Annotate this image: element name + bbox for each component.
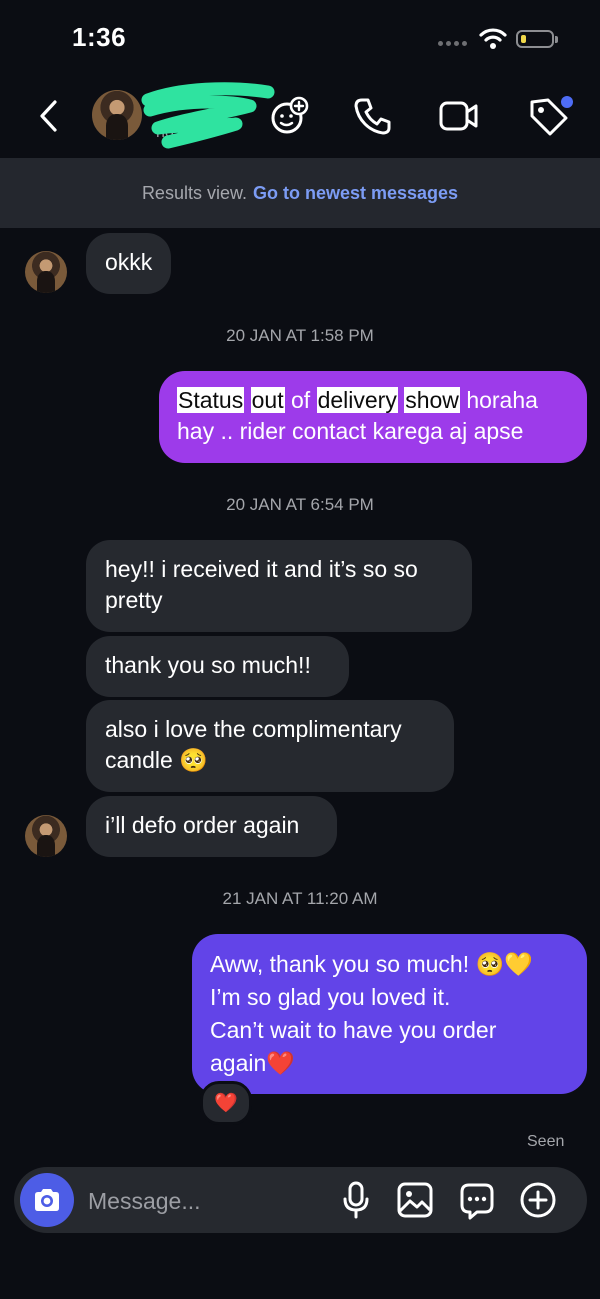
message-word: horaha (466, 387, 538, 413)
message-line: candle 🥺 (105, 747, 208, 773)
status-time: 1:36 (72, 22, 127, 52)
heart-icon: ❤️ (214, 1093, 238, 1114)
received-message[interactable]: also i love the complimentary candle 🥺 (86, 700, 454, 792)
timestamp: 21 JAN AT 11:20 AM (222, 889, 378, 908)
message-line: I’m so glad you loved it. (210, 984, 451, 1010)
message-line: also i love the complimentary (105, 716, 402, 742)
phone-icon[interactable] (352, 96, 392, 136)
video-call-icon[interactable] (438, 99, 480, 133)
back-icon[interactable] (34, 98, 64, 134)
message-word: of (290, 387, 311, 413)
timestamp: 20 JAN AT 1:58 PM (226, 326, 374, 345)
received-message[interactable]: thank you so much!! (86, 636, 349, 697)
go-to-newest-link[interactable]: Go to newest messages (253, 183, 458, 204)
message-line: Can’t wait to have you order (210, 1017, 497, 1043)
timestamp: 20 JAN AT 6:54 PM (226, 495, 374, 514)
plus-icon[interactable] (519, 1181, 557, 1219)
results-view-banner: Results view. Go to newest messages (0, 158, 600, 228)
message-line: hey!! i received it and it’s so so (105, 556, 418, 582)
sticker-icon[interactable] (458, 1182, 496, 1220)
message-line: hay .. rider contact karega aj apse (177, 418, 524, 444)
sender-avatar[interactable] (25, 815, 67, 857)
gallery-icon[interactable] (397, 1182, 433, 1218)
received-message[interactable]: okkk (86, 233, 172, 294)
message-line: again❤️ (210, 1050, 295, 1076)
microphone-icon[interactable] (340, 1181, 372, 1219)
tag-icon[interactable] (526, 94, 574, 138)
sender-avatar[interactable] (25, 251, 67, 293)
search-highlight: out (250, 387, 285, 413)
sent-message[interactable]: Aww, thank you so much! 🥺💛 I’m so glad y… (192, 934, 587, 1094)
heart-reaction[interactable]: ❤️ (200, 1081, 252, 1125)
received-message[interactable]: i’ll defo order again (86, 796, 337, 857)
effects-icon[interactable] (268, 95, 310, 137)
message-text: thank you so much!! (105, 652, 311, 678)
search-highlight: delivery (316, 387, 398, 413)
sent-message[interactable]: Status out of delivery show horaha hay .… (159, 371, 587, 463)
battery-icon (516, 30, 558, 48)
message-line: Status out of delivery show horaha (177, 385, 569, 416)
message-line: pretty (105, 587, 163, 613)
search-highlight: Status (177, 387, 245, 413)
camera-button[interactable] (20, 1173, 74, 1227)
seen-status: Seen (527, 1133, 565, 1150)
message-line: Aww, thank you so much! 🥺💛 (210, 951, 533, 977)
received-message[interactable]: hey!! i received it and it’s so so prett… (86, 540, 472, 632)
redaction-scribble (141, 82, 275, 149)
message-input[interactable] (86, 1178, 330, 1224)
message-text: okkk (105, 249, 153, 275)
message-text: i’ll defo order again (105, 812, 300, 838)
results-view-label: Results view. (141, 182, 247, 203)
wifi-icon (479, 28, 507, 49)
search-highlight: show (404, 387, 460, 413)
cellular-signal-icon (438, 41, 467, 46)
camera-icon (35, 1189, 59, 1211)
contact-avatar[interactable] (92, 90, 142, 140)
